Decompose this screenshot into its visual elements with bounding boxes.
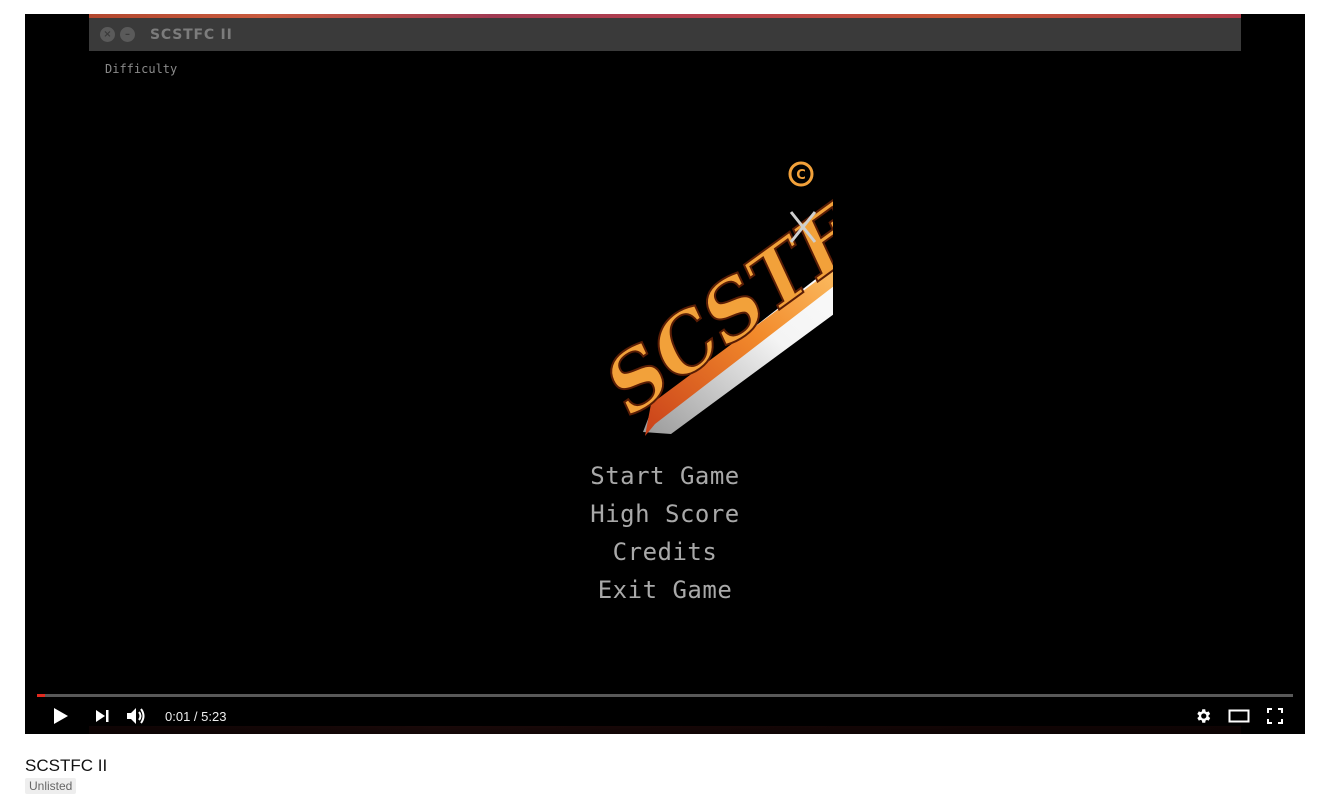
settings-gear-icon (1197, 709, 1211, 723)
video-title: SCSTFC II (25, 756, 108, 775)
game-logo: SCSTFCII C (588, 154, 833, 436)
progress-bar[interactable] (37, 694, 1293, 697)
volume-icon (127, 708, 145, 724)
play-button[interactable] (35, 700, 85, 732)
difficulty-label: Difficulty (105, 62, 178, 76)
theater-mode-icon (1228, 709, 1250, 723)
fullscreen-icon (1267, 708, 1283, 724)
fullscreen-button[interactable] (1257, 700, 1293, 732)
time-display: 0:01 / 5:23 (165, 709, 226, 724)
svg-text:C: C (796, 168, 806, 183)
menu-item-start-game[interactable]: Start Game (590, 457, 740, 495)
menu-item-high-score[interactable]: High Score (590, 495, 740, 533)
time-separator: / (190, 708, 202, 724)
window-title: SCSTFC II (150, 26, 233, 43)
visibility-badge: Unlisted (25, 778, 77, 794)
player-controls: 0:01 / 5:23 (25, 700, 1305, 732)
main-menu: Start Game High Score Credits Exit Game (89, 457, 1241, 609)
progress-bar-fill (37, 694, 45, 697)
current-time: 0:01 (165, 708, 191, 724)
menu-item-exit-game[interactable]: Exit Game (598, 571, 733, 609)
volume-button[interactable] (119, 700, 153, 732)
menu-item-credits[interactable]: Credits (613, 533, 718, 571)
window-title-bar: × – SCSTFC II (89, 18, 1241, 51)
settings-button[interactable] (1185, 700, 1221, 732)
video-player[interactable]: × – SCSTFC II Difficulty SCSTFCII C Star… (25, 14, 1305, 734)
play-icon (54, 708, 68, 724)
window-close-icon: × (100, 27, 115, 42)
game-window-frame: × – SCSTFC II Difficulty SCSTFCII C Star… (89, 14, 1241, 734)
next-button[interactable] (85, 700, 119, 732)
duration: 5:23 (201, 708, 227, 724)
theater-mode-button[interactable] (1221, 700, 1257, 732)
next-icon (96, 710, 109, 722)
window-minimize-icon: – (120, 27, 135, 42)
